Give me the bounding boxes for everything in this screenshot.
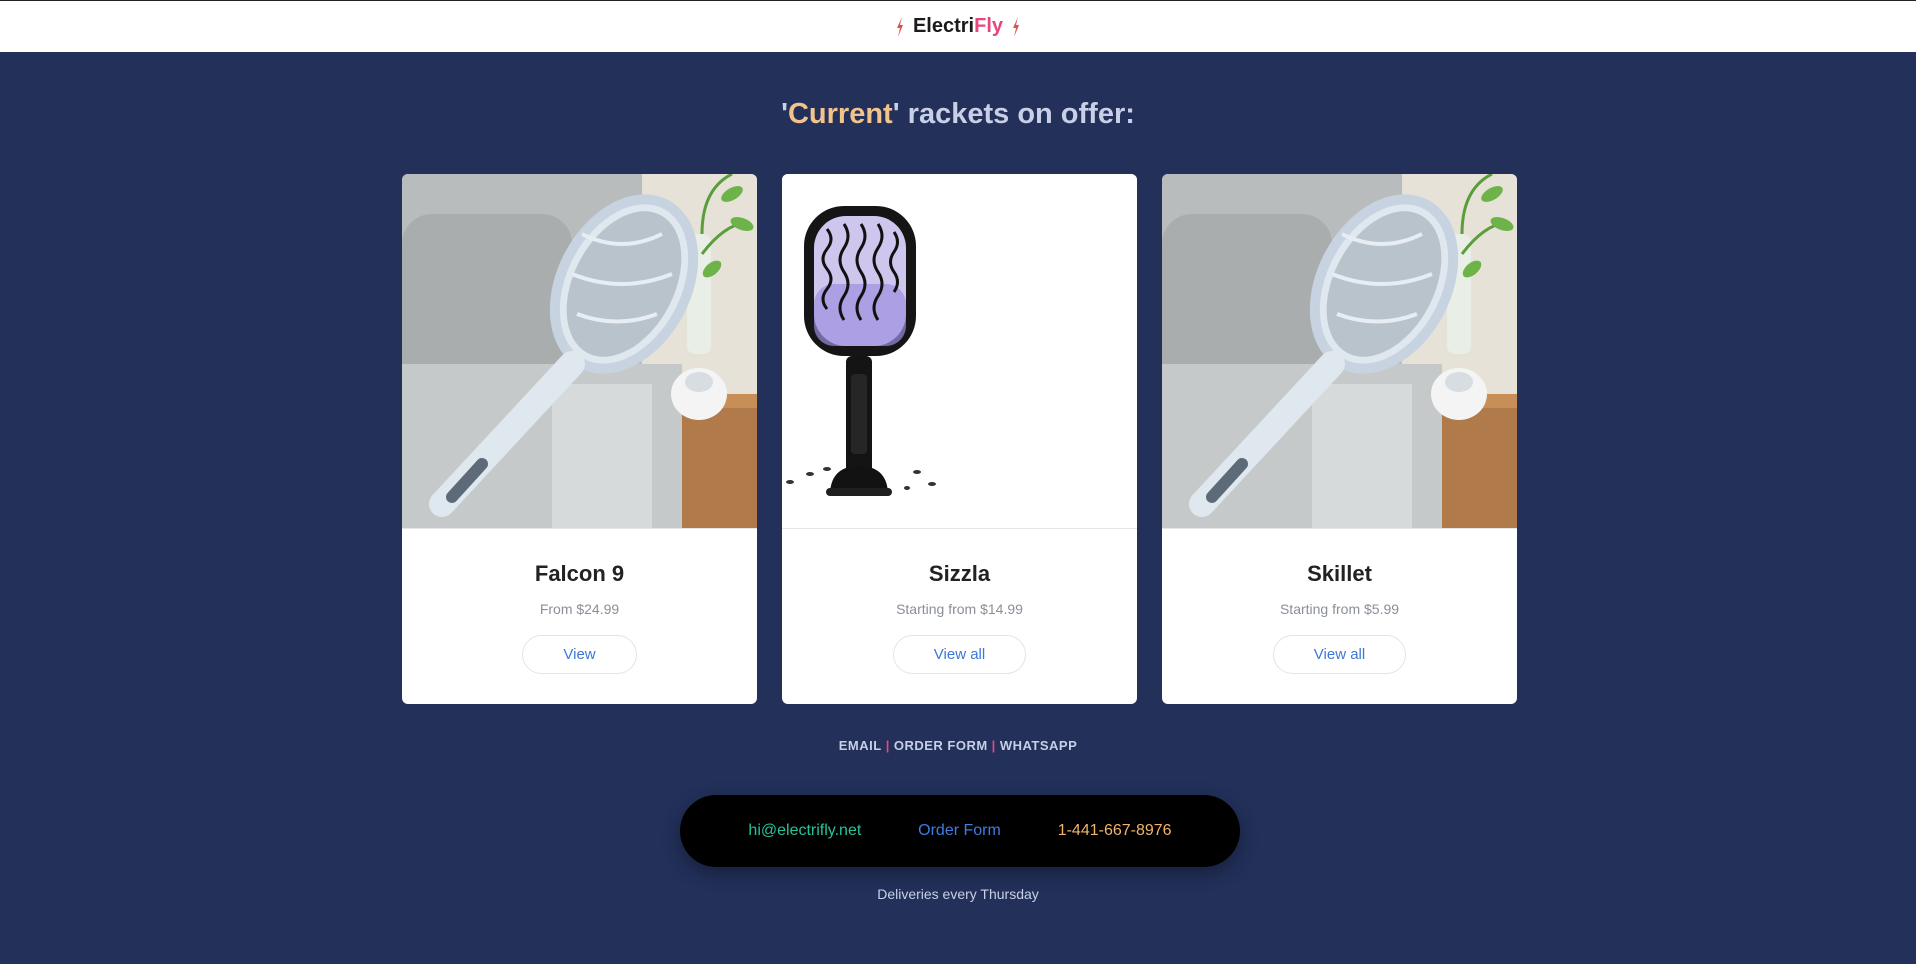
footer-separator: | — [885, 738, 890, 753]
contact-email-link[interactable]: hi@electrifly.net — [748, 822, 861, 840]
product-image-falcon-9 — [402, 174, 757, 529]
deliveries-note: Deliveries every Thursday — [877, 886, 1039, 902]
contact-phone-link[interactable]: 1-441-667-8976 — [1058, 822, 1172, 840]
bolt-icon — [1013, 16, 1020, 37]
product-price: Starting from $14.99 — [896, 601, 1023, 617]
product-price: Starting from $5.99 — [1279, 601, 1400, 617]
view-all-button[interactable]: View all — [892, 635, 1027, 674]
footer-link-order-form[interactable]: ORDER FORM — [894, 738, 988, 753]
product-card-falcon-9: Falcon 9 From $24.99 View — [402, 174, 757, 704]
view-all-button[interactable]: View all — [1272, 635, 1407, 674]
brand-logo[interactable]: ElectriFly — [895, 15, 1021, 38]
footer-links: EMAIL | ORDER FORM | WHATSAPP — [0, 738, 1916, 753]
product-cards: Falcon 9 From $24.99 View Sizzla Startin… — [402, 174, 1517, 704]
headline-quote: ' — [781, 98, 788, 130]
top-bar: ElectriFly — [0, 0, 1916, 52]
product-image-skillet — [1162, 174, 1517, 529]
product-price: From $24.99 — [539, 601, 620, 617]
footer-link-whatsapp[interactable]: WHATSAPP — [1000, 738, 1077, 753]
view-product-button[interactable]: View — [522, 635, 637, 674]
product-card-skillet: Skillet Starting from $5.99 View all — [1162, 174, 1517, 704]
contact-order-form-link[interactable]: Order Form — [918, 822, 1001, 840]
product-title: Skillet — [1307, 561, 1372, 586]
footer-separator: | — [991, 738, 996, 753]
product-image-sizzla — [782, 174, 1137, 529]
product-title: Sizzla — [928, 561, 991, 586]
brand-name-main: Electri — [912, 15, 975, 37]
contact-bar: hi@electrifly.net Order Form 1-441-667-8… — [680, 795, 1240, 867]
headline-rest: ' rackets on offer: — [892, 98, 1135, 130]
product-title: Falcon 9 — [534, 561, 625, 586]
brand-name-accent: Fly — [974, 15, 1004, 37]
bolt-icon — [896, 16, 903, 37]
footer-link-email[interactable]: EMAIL — [839, 738, 882, 753]
headline-highlight: Current — [787, 98, 893, 130]
brand-name: ElectriFly — [913, 15, 1003, 38]
page-headline: 'Current' rackets on offer: — [0, 98, 1916, 131]
product-card-sizzla: Sizzla Starting from $14.99 View all — [782, 174, 1137, 704]
